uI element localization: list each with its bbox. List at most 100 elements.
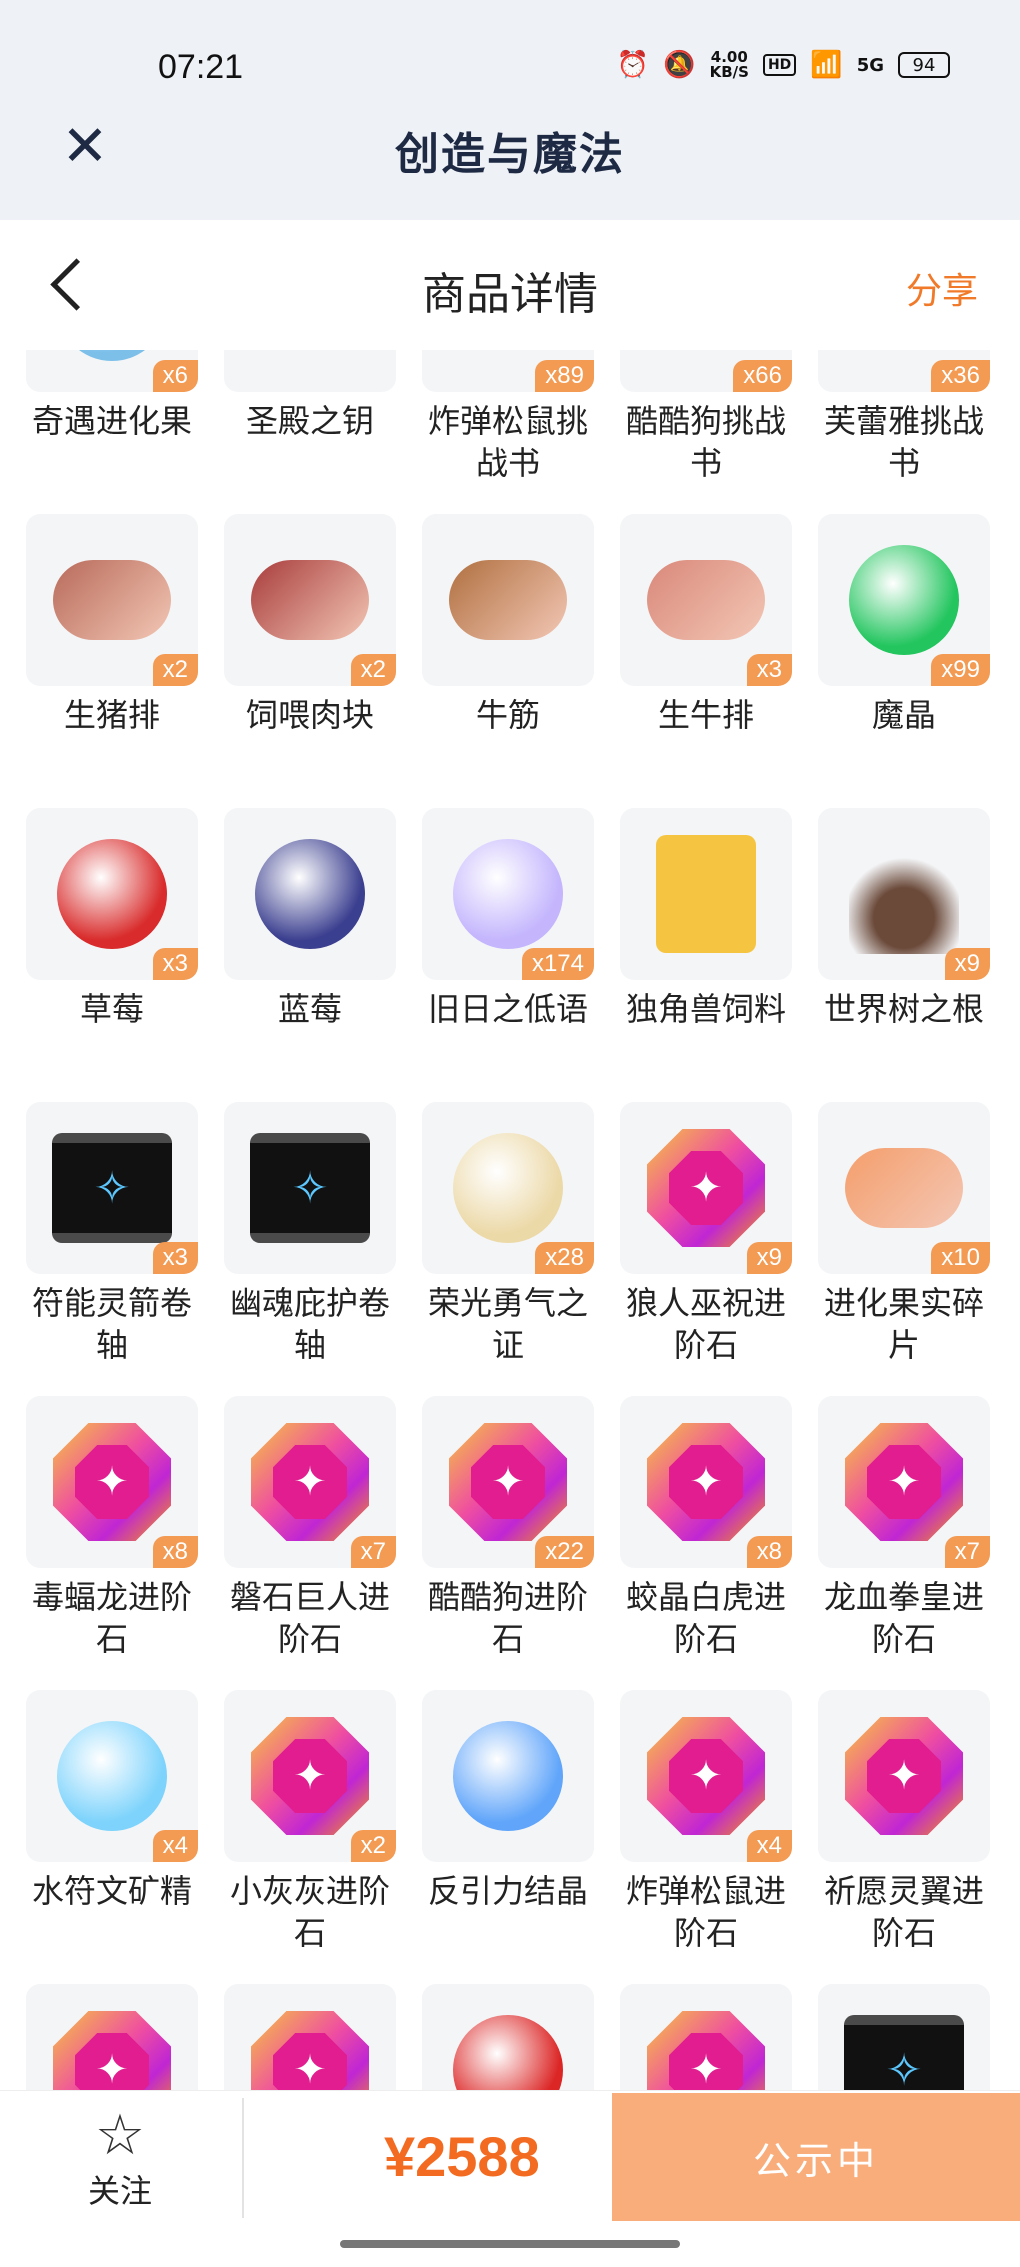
item-card[interactable]: x4	[26, 1690, 198, 1862]
app-title: 创造与魔法	[395, 129, 625, 180]
item-card[interactable]	[224, 350, 396, 392]
item-card[interactable]: ✧ x3	[26, 1102, 198, 1274]
item-tile[interactable]: x66 酷酷狗挑战书	[620, 350, 792, 484]
quantity-badge: x4	[746, 1830, 792, 1862]
item-card[interactable]: x2	[224, 514, 396, 686]
advancement-gem-icon: ✦	[646, 1716, 766, 1836]
item-tile[interactable]: x9 世界树之根	[818, 808, 990, 1072]
item-card[interactable]: ✦ x7	[224, 1396, 396, 1568]
item-card[interactable]: ✦	[224, 1984, 396, 2090]
item-name: 世界树之根	[823, 990, 984, 1028]
unicorn-feed-icon	[646, 834, 766, 954]
item-card[interactable]: ✦ x7	[818, 1396, 990, 1568]
item-card[interactable]	[224, 808, 396, 980]
item-tile[interactable]: x10 进化果实碎片	[818, 1102, 990, 1366]
item-card[interactable]: ✦	[818, 1690, 990, 1862]
item-tile[interactable]: ✦ x9 狼人巫祝进阶石	[620, 1102, 792, 1366]
advancement-gem-icon: ✦	[52, 1422, 172, 1542]
item-tile[interactable]: ✧x2三首之怒卷轴	[818, 1984, 990, 2090]
item-tile[interactable]: ✦ x7 龙血拳皇进阶石	[818, 1396, 990, 1660]
item-tile[interactable]: ✦x4菇灵荆怪进阶石	[620, 1984, 792, 2090]
quantity-badge: x8	[746, 1536, 792, 1568]
item-card[interactable]: x3	[620, 514, 792, 686]
pork-chop-icon	[52, 540, 172, 660]
item-tile[interactable]: 反引力结晶	[422, 1690, 594, 1954]
item-card[interactable]	[422, 1690, 594, 1862]
advancement-gem-icon: ✦	[844, 1422, 964, 1542]
item-tile[interactable]: x6 奇遇进化果	[26, 350, 198, 484]
item-tile[interactable]: ✦ x8 蛟晶白虎进阶石	[620, 1396, 792, 1660]
item-tile[interactable]: ✧ x3 符能灵箭卷轴	[26, 1102, 198, 1366]
item-card[interactable]: x10	[422, 1984, 594, 2090]
item-card[interactable]: x99	[818, 514, 990, 686]
item-card[interactable]: ✦ x8	[26, 1396, 198, 1568]
item-name: 龙血拳皇进阶石	[823, 1578, 984, 1658]
item-tile[interactable]: x2 生猪排	[26, 514, 198, 778]
item-tile[interactable]: x3 生牛排	[620, 514, 792, 778]
status-button[interactable]: 公示中	[612, 2093, 1020, 2221]
item-grid-viewport[interactable]: x6 奇遇进化果 圣殿之钥 x89 炸弹松鼠挑战书 x66 酷酷狗挑战书 x36 芙蕾雅挑战书 x…	[0, 350, 1020, 2090]
follow-button[interactable]: ☆ 关注	[70, 2106, 170, 2212]
item-tile[interactable]: ✦ x4 炸弹松鼠进阶石	[620, 1690, 792, 1954]
net-speed: 4.00 KB/S	[709, 48, 749, 81]
quantity-badge: x89	[535, 360, 594, 392]
item-name: 酷酷狗进阶石	[427, 1578, 588, 1658]
item-tile[interactable]: ✧ 幽魂庇护卷轴	[224, 1102, 396, 1366]
home-indicator[interactable]	[340, 2240, 680, 2248]
item-tile[interactable]: x28 荣光勇气之证	[422, 1102, 594, 1366]
item-card[interactable]: ✦ x22	[422, 1396, 594, 1568]
item-card[interactable]: x89	[422, 350, 594, 392]
item-card[interactable]: ✦x3	[26, 1984, 198, 2090]
item-card[interactable]: x66	[620, 350, 792, 392]
item-tile[interactable]: x4 水符文矿精	[26, 1690, 198, 1954]
status-time: 07:21	[158, 48, 244, 86]
item-name: 炸弹松鼠进阶石	[625, 1872, 786, 1952]
quantity-badge: x3	[152, 948, 198, 980]
item-tile[interactable]: 圣殿之钥	[224, 350, 396, 484]
item-card[interactable]: x174	[422, 808, 594, 980]
advancement-gem-icon: ✦	[448, 1422, 568, 1542]
item-tile[interactable]: ✦ 祈愿灵翼进阶石	[818, 1690, 990, 1954]
quantity-badge: x174	[521, 948, 594, 980]
item-card[interactable]: ✦x4	[620, 1984, 792, 2090]
item-card[interactable]	[620, 808, 792, 980]
item-tile[interactable]: ✦ x7 磐石巨人进阶石	[224, 1396, 396, 1660]
item-tile[interactable]: ✦x3归墟净螭进阶石	[26, 1984, 198, 2090]
item-tile[interactable]: ✦冥狱魔犬进阶石	[224, 1984, 396, 2090]
item-card[interactable]: x2	[26, 514, 198, 686]
item-card[interactable]: ✧	[224, 1102, 396, 1274]
item-tile[interactable]: ✦ x2 小灰灰进阶石	[224, 1690, 396, 1954]
share-button[interactable]: 分享	[906, 262, 978, 314]
item-tile[interactable]: x36 芙蕾雅挑战书	[818, 350, 990, 484]
item-card[interactable]: x28	[422, 1102, 594, 1274]
footer-divider	[242, 2098, 244, 2218]
item-tile[interactable]: ✦ x8 毒蝠龙进阶石	[26, 1396, 198, 1660]
item-card[interactable]: x36	[818, 350, 990, 392]
item-card[interactable]	[422, 514, 594, 686]
item-card[interactable]: ✦x4	[620, 1690, 792, 1862]
item-card[interactable]: x3	[26, 808, 198, 980]
item-tile[interactable]: x10亿万红心	[422, 1984, 594, 2090]
item-tile[interactable]: x99 魔晶	[818, 514, 990, 778]
item-tile[interactable]: x89 炸弹松鼠挑战书	[422, 350, 594, 484]
item-tile[interactable]: x174 旧日之低语	[422, 808, 594, 1072]
item-card[interactable]: ✦ x9	[620, 1102, 792, 1274]
item-tile[interactable]: 蓝莓	[224, 808, 396, 1072]
item-card[interactable]: x9	[818, 808, 990, 980]
item-card[interactable]: x10	[818, 1102, 990, 1274]
item-name: 进化果实碎片	[823, 1284, 984, 1364]
item-card[interactable]: x6	[26, 350, 198, 392]
item-card[interactable]: ✧x2	[818, 1984, 990, 2090]
quantity-badge: x6	[152, 360, 198, 392]
item-name: 磐石巨人进阶石	[229, 1578, 390, 1658]
item-tile[interactable]: 牛筋	[422, 514, 594, 778]
item-card[interactable]: ✦ x8	[620, 1396, 792, 1568]
signal-5g: 5G	[856, 54, 884, 76]
item-tile[interactable]: x3 草莓	[26, 808, 198, 1072]
item-tile[interactable]: ✦ x22 酷酷狗进阶石	[422, 1396, 594, 1660]
item-tile[interactable]: x2 饲喂肉块	[224, 514, 396, 778]
item-grid: x6 奇遇进化果 圣殿之钥 x89 炸弹松鼠挑战书 x66 酷酷狗挑战书 x36 芙蕾雅挑战书 x…	[26, 350, 1002, 2090]
item-tile[interactable]: 独角兽饲料	[620, 808, 792, 1072]
item-card[interactable]: ✦ x2	[224, 1690, 396, 1862]
magic-crystal-icon	[844, 540, 964, 660]
